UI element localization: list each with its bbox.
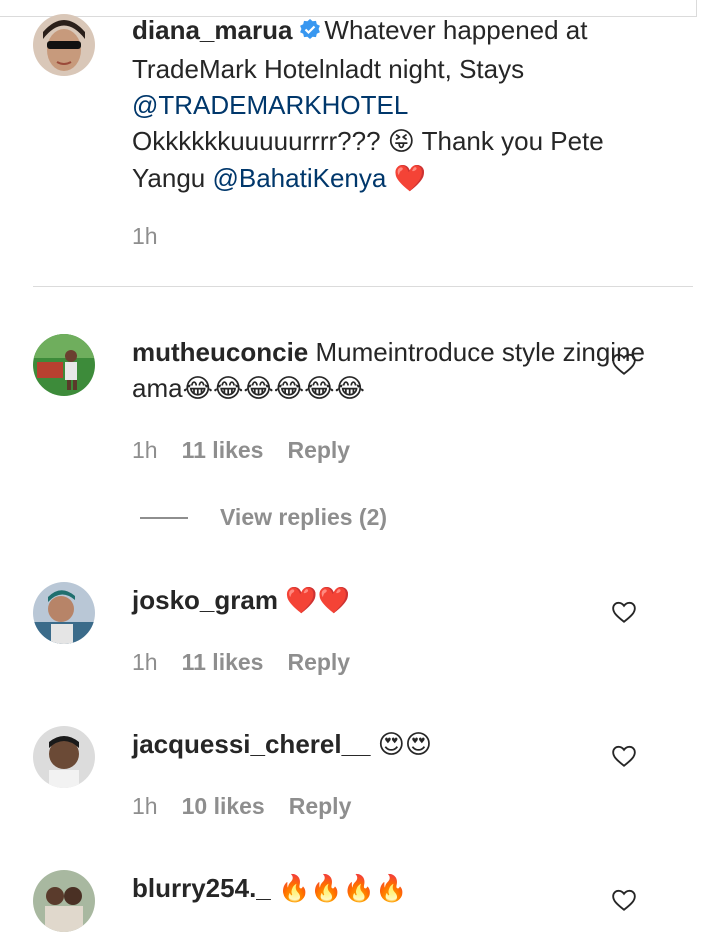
- comment-body: jacquessi_cherel__ 😍😍: [132, 726, 652, 763]
- avatar-image: [33, 726, 95, 788]
- likes-count[interactable]: 11 likes: [182, 437, 264, 464]
- like-heart-icon[interactable]: [611, 887, 637, 913]
- avatar-image: [33, 582, 95, 644]
- like-heart-icon[interactable]: [611, 351, 637, 377]
- comment-body: blurry254._ 🔥🔥🔥🔥: [132, 870, 652, 907]
- avatar-blurry254[interactable]: [33, 870, 95, 932]
- comment-text: Okkkkkkuuuuurrrr???: [132, 126, 388, 156]
- emoji: ❤️: [393, 164, 426, 194]
- divider: [33, 286, 693, 287]
- view-replies-label: View replies (2): [220, 504, 388, 530]
- comment-body: diana_marua Whatever happened at TradeMar…: [132, 12, 652, 197]
- comment-meta: 1h 10 likes Reply: [132, 793, 375, 820]
- avatar-josko-gram[interactable]: [33, 582, 95, 644]
- comment-body: josko_gram ❤️❤️: [132, 582, 652, 619]
- comment-meta: 1h 11 likes Reply: [132, 437, 374, 464]
- emoji: 😂😂😂😂😂😂: [182, 374, 365, 404]
- comment-time: 1h: [132, 437, 158, 463]
- view-replies-button[interactable]: View replies (2): [140, 504, 387, 531]
- avatar-image: [33, 14, 95, 76]
- comment-meta: 1h 11 likes Reply: [132, 649, 374, 676]
- avatar-image: [33, 870, 95, 932]
- likes-count[interactable]: 10 likes: [182, 793, 265, 820]
- comment-username[interactable]: diana_marua: [132, 15, 292, 45]
- avatar-mutheuconcie[interactable]: [33, 334, 95, 396]
- view-replies-line: [140, 516, 188, 519]
- avatar-diana-marua[interactable]: [33, 14, 95, 76]
- avatar-jacquessi-cherel[interactable]: [33, 726, 95, 788]
- comment-time: 1h: [132, 649, 158, 675]
- emoji: 😍😍: [377, 730, 432, 760]
- comment-username[interactable]: jacquessi_cherel__: [132, 729, 371, 759]
- avatar-image: [33, 334, 95, 396]
- reply-button[interactable]: Reply: [289, 793, 352, 820]
- comment-username[interactable]: mutheuconcie: [132, 337, 308, 367]
- emoji: ❤️❤️: [285, 586, 350, 616]
- like-heart-icon[interactable]: [611, 743, 637, 769]
- comment-meta: 1h: [132, 223, 182, 250]
- comment-username[interactable]: blurry254._: [132, 873, 271, 903]
- mention-link[interactable]: @BahatiKenya: [212, 163, 386, 193]
- emoji: 🔥🔥🔥🔥: [277, 874, 408, 904]
- comment-time: 1h: [132, 223, 158, 249]
- comment-time: 1h: [132, 793, 158, 819]
- verified-badge-icon: [298, 15, 322, 51]
- comment-username[interactable]: josko_gram: [132, 585, 278, 615]
- mention-link[interactable]: @TRADEMARKHOTEL: [132, 90, 407, 120]
- likes-count[interactable]: 11 likes: [182, 649, 264, 676]
- reply-button[interactable]: Reply: [287, 437, 350, 464]
- like-heart-icon[interactable]: [611, 599, 637, 625]
- comment-body: mutheuconcie Mumeintroduce style zingine…: [132, 334, 652, 407]
- emoji: 😝: [387, 127, 415, 157]
- reply-button[interactable]: Reply: [287, 649, 350, 676]
